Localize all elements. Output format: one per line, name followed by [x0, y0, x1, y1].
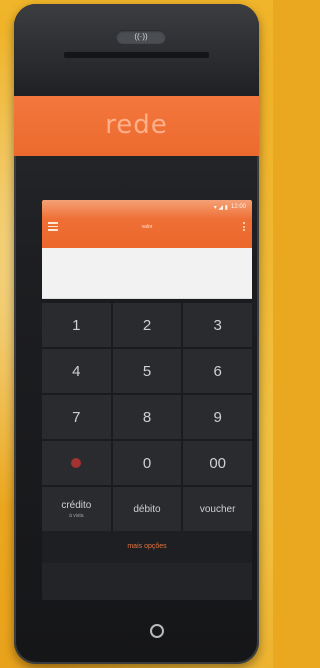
more-options-button[interactable]: mais opções	[42, 531, 252, 563]
key-4[interactable]: 4	[42, 349, 111, 393]
brand-band: rede	[14, 96, 259, 156]
status-bar: ▾ ◢ ▮ 12:00	[214, 204, 246, 211]
home-button[interactable]	[150, 624, 164, 638]
key-3[interactable]: 3	[183, 303, 252, 347]
nfc-contactless-icon: ((·))	[116, 30, 166, 44]
numeric-keypad: 1 2 3 4 5 6 7 8 9 0 00 crédito à vista d…	[42, 299, 252, 531]
key-0[interactable]: 0	[112, 441, 182, 485]
key-1[interactable]: 1	[42, 303, 111, 347]
key-6[interactable]: 6	[183, 349, 252, 393]
debit-button[interactable]: débito	[112, 487, 182, 531]
credit-label: crédito	[61, 499, 92, 511]
cancel-icon	[71, 458, 82, 468]
more-vert-icon[interactable]	[243, 222, 246, 232]
key-5[interactable]: 5	[112, 349, 182, 393]
voucher-label: voucher	[199, 503, 236, 515]
voucher-button[interactable]: voucher	[183, 487, 252, 531]
key-2[interactable]: 2	[112, 303, 182, 347]
paper-slot	[64, 52, 209, 58]
pos-terminal: ((·)) rede ▾ ◢ ▮ 12:00 valor 1 2 3 4 5 6…	[14, 4, 259, 664]
credit-button[interactable]: crédito à vista	[42, 487, 111, 531]
app-bar: ▾ ◢ ▮ 12:00 valor	[42, 200, 252, 248]
key-8[interactable]: 8	[112, 395, 182, 439]
touch-screen: ▾ ◢ ▮ 12:00 valor 1 2 3 4 5 6 7 8 9 0 00…	[42, 200, 252, 600]
status-icons: ▾ ◢ ▮	[213, 205, 228, 211]
debit-label: débito	[133, 503, 161, 515]
printer-head: ((·))	[14, 4, 259, 96]
credit-sublabel: à vista	[69, 512, 84, 519]
status-time: 12:00	[230, 204, 246, 210]
key-00[interactable]: 00	[183, 441, 252, 485]
amount-field[interactable]	[42, 248, 252, 299]
brand-logo: rede	[105, 110, 168, 140]
key-9[interactable]: 9	[183, 395, 252, 439]
app-title: valor	[141, 224, 153, 230]
cancel-button[interactable]	[42, 441, 111, 485]
key-7[interactable]: 7	[42, 395, 111, 439]
